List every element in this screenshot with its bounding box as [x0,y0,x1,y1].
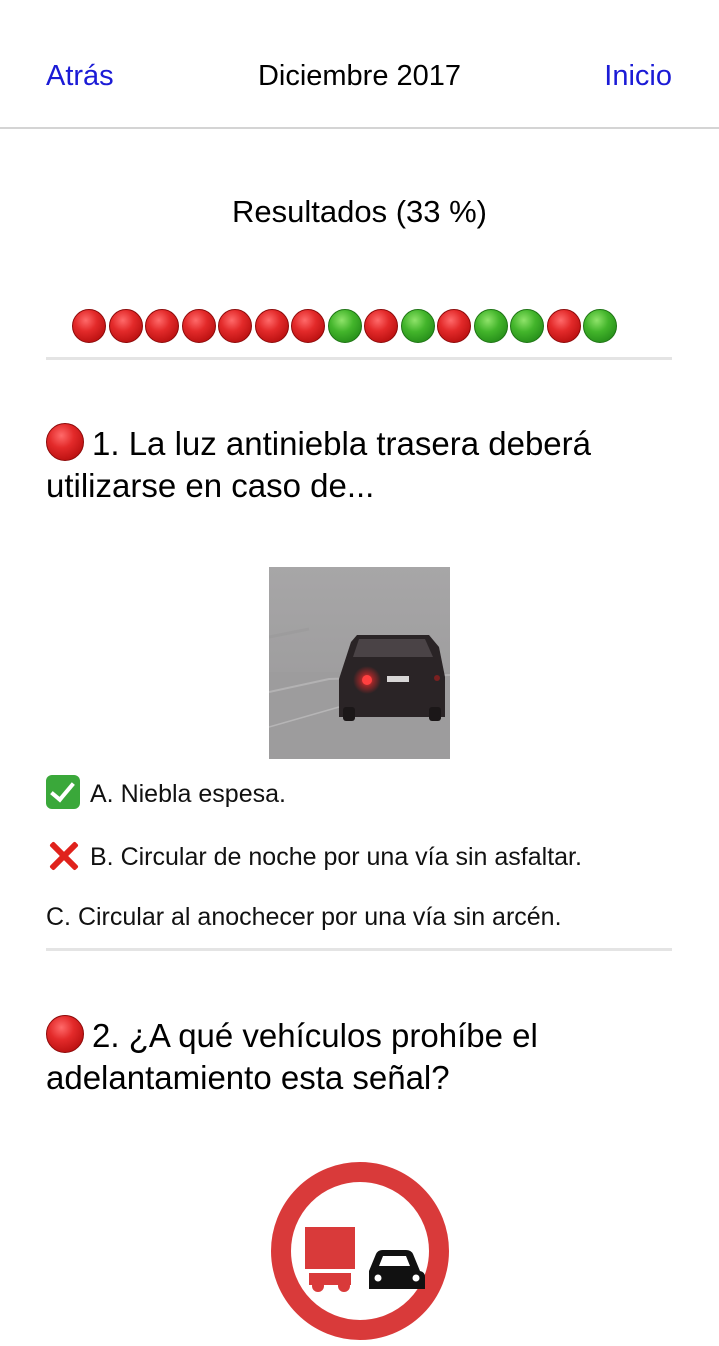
result-dot-9-red[interactable] [364,309,398,343]
back-button[interactable]: Atrás [46,60,114,93]
result-dot-14-red[interactable] [546,309,581,343]
nav-bar: Atrás Diciembre 2017 Inicio [0,0,719,129]
result-dot-11-red[interactable] [437,309,471,343]
result-dot-12-green[interactable] [473,309,508,343]
answer-a-text: A. Niebla espesa. [90,780,286,808]
answer-b[interactable]: B. Circular de noche por una vía sin asf… [46,838,582,873]
answer-a[interactable]: A. Niebla espesa. [46,775,286,810]
incorrect-status-icon [46,1015,84,1053]
incorrect-status-icon [46,423,84,461]
fog-car-image [269,567,450,759]
question-1-image [269,567,450,759]
answer-c[interactable]: C. Circular al anochecer por una vía sin… [46,901,562,933]
question-1-title[interactable]: 1. La luz antiniebla trasera deberá util… [46,423,676,507]
result-dot-3-red[interactable] [145,309,179,343]
result-dot-7-red[interactable] [291,309,325,343]
answer-c-text: C. Circular al anochecer por una vía sin… [46,903,562,931]
result-dot-8-green[interactable] [327,309,362,343]
question-2-text: 2. ¿A qué vehículos prohíbe el adelantam… [46,1017,538,1096]
result-dot-10-green[interactable] [400,309,435,343]
no-overtaking-sign-icon [271,1162,449,1340]
check-icon [46,775,80,809]
result-dot-1-red[interactable] [72,309,106,343]
divider [46,948,672,951]
result-dot-5-red[interactable] [218,309,252,343]
question-2-title[interactable]: 2. ¿A qué vehículos prohíbe el adelantam… [46,1015,676,1099]
result-dot-15-green[interactable] [583,309,617,343]
result-dot-4-red[interactable] [181,309,216,343]
answer-b-text: B. Circular de noche por una vía sin asf… [90,843,582,871]
question-2-image [270,1161,450,1341]
divider [46,357,672,360]
results-title: Resultados (33 %) [231,194,487,229]
home-button[interactable]: Inicio [604,60,672,93]
question-1-text: 1. La luz antiniebla trasera deberá util… [46,425,591,504]
result-dot-2-red[interactable] [108,309,143,343]
cross-icon [46,838,80,872]
result-dot-6-red[interactable] [254,309,289,343]
results-dots [72,309,617,345]
result-dot-13-green[interactable] [510,309,544,343]
